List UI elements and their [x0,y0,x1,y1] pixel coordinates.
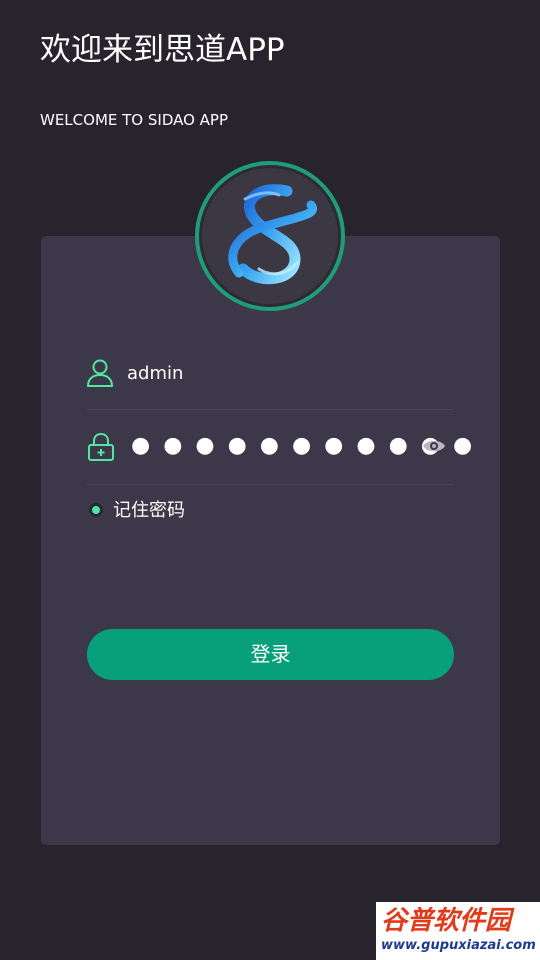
lock-icon [88,432,114,461]
password-divider [87,484,453,485]
username-field[interactable]: admin [127,362,183,386]
username-divider [87,409,453,410]
page-subtitle: WELCOME TO SIDAO APP [40,111,229,129]
sidao-logo-icon [228,184,318,285]
page-title: 欢迎来到思道APP [40,32,285,68]
remember-password-radio[interactable] [89,503,103,517]
eye-icon[interactable] [422,437,446,455]
remember-password-label[interactable]: 记住密码 [113,499,185,523]
watermark-brand: 谷普软件园 [381,906,512,936]
login-button[interactable]: 登录 [87,629,454,680]
user-icon [87,359,113,387]
login-card [41,236,500,845]
watermark: 谷普软件园 www.gupuxiazai.com [376,902,540,960]
app-logo [195,161,345,311]
watermark-url: www.gupuxiazai.com [381,938,536,953]
